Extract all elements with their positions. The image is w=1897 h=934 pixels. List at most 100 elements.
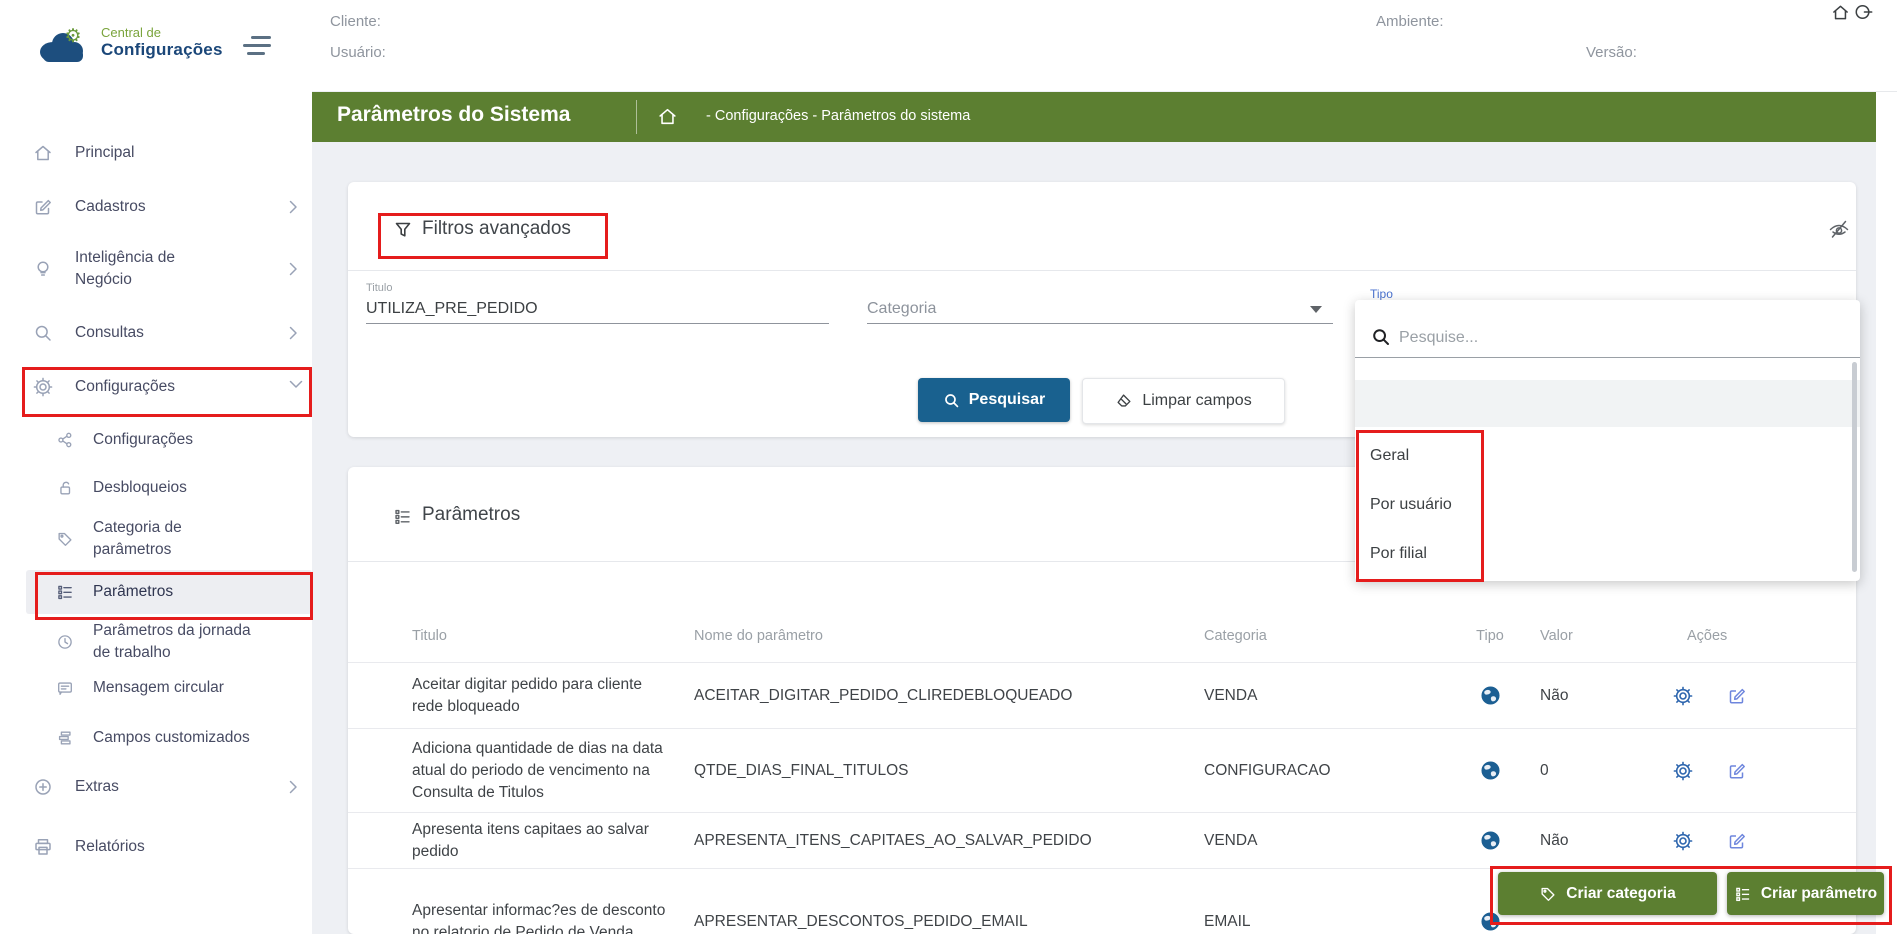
checklist-icon — [56, 583, 74, 601]
dropdown-option-empty[interactable] — [1355, 380, 1860, 427]
gear-icon — [33, 377, 53, 397]
titulo-field-label: Titulo — [366, 282, 393, 294]
col-header-valor: Valor — [1540, 628, 1573, 644]
create-category-button[interactable]: Criar categoria — [1498, 872, 1717, 915]
titulo-input[interactable]: UTILIZA_PRE_PEDIDO — [366, 300, 538, 318]
table-row: Aceitar digitar pedido para cliente rede… — [348, 663, 1856, 729]
sidebar-item-extras[interactable]: Extras — [0, 765, 312, 809]
table-row: Adiciona quantidade de dias na data atua… — [348, 729, 1856, 813]
create-parameter-label: Criar parâmetro — [1760, 884, 1878, 902]
sidebar-item-label: Consultas — [75, 324, 144, 341]
categoria-select[interactable]: Categoria — [867, 300, 936, 318]
dropdown-search-input[interactable]: Pesquise... — [1399, 329, 1478, 347]
breadcrumb-home-icon[interactable] — [657, 106, 678, 127]
dropdown-arrow-icon[interactable] — [1310, 306, 1322, 313]
table-title: Parâmetros — [422, 504, 521, 525]
tipo-select-label: Tipo — [1370, 287, 1393, 301]
dropdown-option-por-filial[interactable]: Por filial — [1370, 545, 1427, 563]
sidebar-item-consultas[interactable]: Consultas — [0, 311, 312, 355]
sidebar-subitem-desbloqueios[interactable]: Desbloqueios — [0, 466, 312, 510]
sidebar-item-cadastros[interactable]: Cadastros — [0, 185, 312, 229]
eye-off-icon[interactable] — [1828, 218, 1850, 240]
printer-icon — [33, 837, 53, 857]
sidebar-item-label: Principal — [75, 144, 135, 161]
message-icon — [56, 679, 74, 697]
page-title: Parâmetros do Sistema — [337, 103, 571, 126]
plus-circle-icon — [33, 777, 53, 797]
version-label: Versão: — [1586, 44, 1637, 61]
sidebar-item-label: Inteligência de Negócio — [75, 249, 175, 288]
sidebar-item-label: Cadastros — [75, 198, 146, 215]
breadcrumb: - Configurações - Parâmetros do sistema — [706, 108, 971, 124]
sidebar-subitem-configuracoes[interactable]: Configurações — [0, 418, 312, 462]
globe-icon — [1480, 760, 1501, 781]
filters-divider — [348, 270, 1856, 271]
search-button-label: Pesquisar — [968, 391, 1046, 408]
cell-titulo: Apresentar informac?es de desconto no re… — [412, 901, 666, 934]
unlock-icon — [56, 479, 74, 497]
sidebar-item-inteligencia-de-negocio[interactable]: Inteligência de Negócio — [0, 246, 312, 292]
sidebar-item-configuracoes[interactable]: Configurações — [0, 365, 312, 409]
sidebar-subitem-mensagem-circular[interactable]: Mensagem circular — [0, 666, 312, 710]
titulo-underline — [366, 323, 829, 324]
sidebar-subitem-campos-customizados[interactable]: Campos customizados — [0, 716, 312, 760]
sidebar-nav: Principal Cadastros Inteligência de Negó… — [0, 91, 313, 934]
sidebar-item-principal[interactable]: Principal — [0, 131, 312, 175]
sidebar-item-label: Categoria de parâmetros — [93, 519, 182, 558]
edit-icon[interactable] — [1727, 686, 1747, 706]
cell-valor: Não — [1540, 686, 1569, 704]
logo-text-bottom: Configurações — [101, 40, 223, 59]
edit-icon[interactable] — [1727, 761, 1747, 781]
globe-icon — [1480, 830, 1501, 851]
cell-titulo: Aceitar digitar pedido para cliente rede… — [412, 675, 643, 715]
app-window: ⚙ Central de Configurações Cliente: Usuá… — [0, 0, 1897, 934]
dropdown-option-geral[interactable]: Geral — [1370, 447, 1409, 465]
sidebar-subitem-parametros[interactable]: Parâmetros — [0, 570, 312, 614]
checklist-icon — [393, 507, 412, 526]
sidebar-item-label: Parâmetros — [93, 583, 174, 600]
col-header-tipo: Tipo — [1476, 628, 1504, 644]
create-parameter-button[interactable]: Criar parâmetro — [1727, 872, 1884, 915]
home-icon[interactable] — [1831, 3, 1850, 22]
dropdown-option-por-usuario[interactable]: Por usuário — [1370, 496, 1452, 514]
sidebar-item-label: Extras — [75, 778, 119, 795]
col-header-acoes: Ações — [1687, 628, 1728, 644]
gear-icon[interactable] — [1673, 761, 1693, 781]
tag-icon — [56, 530, 74, 548]
cell-nome: APRESENTAR_DESCONTOS_PEDIDO_EMAIL — [694, 912, 1028, 930]
sidebar-item-label: Configurações — [93, 431, 193, 448]
col-header-titulo: Titulo — [412, 628, 447, 644]
dropdown-search-underline — [1355, 357, 1860, 358]
logout-icon[interactable] — [1854, 3, 1873, 22]
cell-categoria: CONFIGURACAO — [1204, 761, 1331, 779]
edit-icon — [33, 197, 53, 217]
main-content: Parâmetros do Sistema - Configurações - … — [312, 91, 1892, 934]
app-logo-icon: ⚙ — [33, 22, 95, 68]
layers-icon — [56, 729, 74, 747]
cell-categoria: EMAIL — [1204, 912, 1251, 930]
cell-categoria: VENDA — [1204, 686, 1258, 704]
clear-fields-button[interactable]: Limpar campos — [1082, 378, 1285, 424]
sidebar-subitem-categoria-de-parametros[interactable]: Categoria de parâmetros — [0, 515, 312, 563]
chevron-right-icon — [289, 326, 298, 340]
search-icon — [33, 323, 53, 343]
cell-nome: QTDE_DIAS_FINAL_TITULOS — [694, 761, 909, 779]
header-divider — [636, 100, 637, 134]
environment-label: Ambiente: — [1376, 13, 1444, 30]
chevron-right-icon — [289, 262, 298, 276]
gear-icon[interactable] — [1673, 686, 1693, 706]
search-button[interactable]: Pesquisar — [918, 378, 1070, 422]
tipo-dropdown-panel: Pesquise... Geral Por usuário Por filial — [1355, 300, 1860, 581]
lightbulb-icon — [33, 259, 53, 279]
table-row: Apresenta itens capitaes ao salvar pedid… — [348, 813, 1856, 869]
clock-icon — [56, 633, 74, 651]
sidebar-item-relatorios[interactable]: Relatórios — [0, 825, 312, 869]
svg-text:⚙: ⚙ — [64, 26, 81, 47]
gear-icon[interactable] — [1673, 831, 1693, 851]
cell-nome: APRESENTA_ITENS_CAPITAES_AO_SALVAR_PEDID… — [694, 831, 1092, 849]
clear-fields-button-label: Limpar campos — [1142, 392, 1252, 409]
dropdown-scrollbar[interactable] — [1852, 362, 1857, 572]
sidebar-subitem-parametros-jornada[interactable]: Parâmetros da jornada de trabalho — [0, 619, 312, 665]
create-category-label: Criar categoria — [1566, 884, 1676, 902]
edit-icon[interactable] — [1727, 831, 1747, 851]
